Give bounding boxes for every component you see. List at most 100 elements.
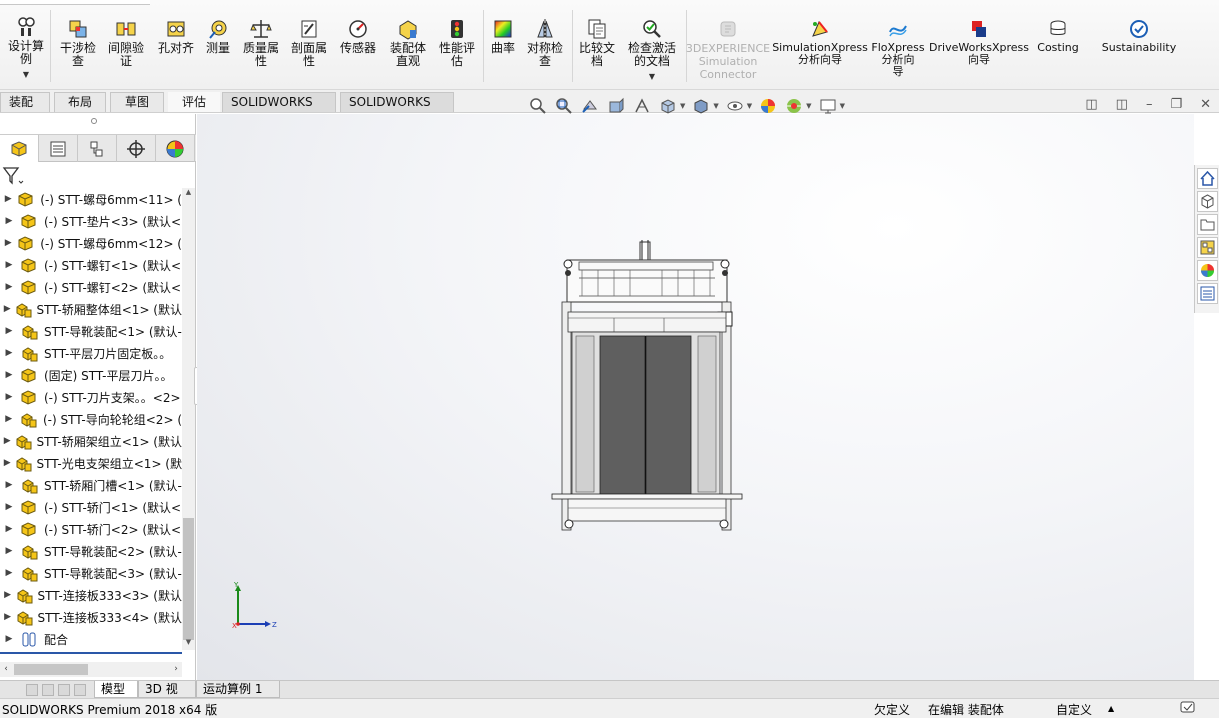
tree-item[interactable]: ▶ (固定) STT-平层刀片。。: [0, 364, 182, 386]
expand-arrow-icon[interactable]: ▶: [0, 612, 15, 622]
sensor-button[interactable]: 传感器: [336, 18, 380, 55]
chevron-down-icon[interactable]: ▼: [747, 102, 752, 110]
tree-vertical-scrollbar[interactable]: ▲ ▼: [182, 188, 195, 650]
chevron-down-icon[interactable]: ▼: [806, 102, 811, 110]
check-active-document-button[interactable]: 检查激活 的文档 ▼: [622, 18, 682, 83]
chevron-down-icon[interactable]: ▼: [840, 102, 845, 110]
interference-button[interactable]: 干涉检 查: [56, 18, 100, 68]
tree-item[interactable]: ▶ (-) STT-轿门<2> (默认<: [0, 518, 182, 540]
view-palette-icon[interactable]: [1196, 237, 1218, 258]
custom-properties-icon[interactable]: [1196, 283, 1218, 304]
clearance-button[interactable]: 间隙验 证: [104, 18, 148, 68]
graphics-area[interactable]: [197, 114, 1194, 680]
unit-system-selector[interactable]: 自定义: [1056, 701, 1092, 718]
tree-item[interactable]: ▶ STT-轿厢架组立<1> (默认: [0, 430, 182, 452]
tile-right-icon[interactable]: ◫: [1116, 97, 1128, 112]
tree-item[interactable]: ▶ (-) STT-轿门<1> (默认<: [0, 496, 182, 518]
tree-item[interactable]: ▶ (-) STT-螺母6mm<11> (: [0, 188, 182, 210]
tree-item[interactable]: ▶ STT-导靴装配<1> (默认-: [0, 320, 182, 342]
tab-solidworks-addins[interactable]: SOLIDWORKS 插件: [222, 92, 336, 128]
expand-arrow-icon[interactable]: ▶: [0, 480, 18, 490]
tab-sketch[interactable]: 草图: [110, 92, 164, 112]
tree-horizontal-scrollbar[interactable]: ‹ ›: [0, 662, 182, 677]
chevron-down-icon[interactable]: ▼: [680, 102, 685, 110]
scroll-right-icon[interactable]: ›: [170, 662, 182, 677]
design-study-button[interactable]: 设计算 例 ▼: [4, 16, 48, 81]
tree-item[interactable]: ▶ STT-光电支架组立<1> (默: [0, 452, 182, 474]
display-style-icon[interactable]: [691, 96, 711, 116]
tree-item[interactable]: ▶ (-) STT-导向轮轮组<2> (: [0, 408, 182, 430]
scrollbar-thumb[interactable]: [183, 518, 194, 640]
tab-model[interactable]: 模型: [94, 681, 138, 698]
tree-item[interactable]: ▶ (-) STT-螺母6mm<12> (: [0, 232, 182, 254]
expand-arrow-icon[interactable]: ▶: [0, 348, 18, 358]
performance-evaluation-button[interactable]: 性能评 估: [434, 18, 480, 68]
unit-system-caret-icon[interactable]: ▲: [1108, 704, 1114, 713]
apply-scene-icon[interactable]: [784, 96, 804, 116]
feature-manager-tab[interactable]: [0, 135, 39, 162]
expand-arrow-icon[interactable]: ▶: [0, 634, 18, 644]
symmetry-check-button[interactable]: 对称检 查: [522, 18, 568, 68]
expand-arrow-icon[interactable]: ▶: [0, 304, 14, 314]
configuration-manager-tab[interactable]: [78, 135, 117, 162]
prev-tab-icon[interactable]: [42, 684, 54, 696]
3dexperience-simulation-connector-button[interactable]: 3DEXPERIENCE Simulation Connector: [686, 18, 770, 81]
tree-item[interactable]: ▶ STT-轿厢门槽<1> (默认-: [0, 474, 182, 496]
chevron-down-icon[interactable]: ▼: [713, 102, 718, 110]
compare-documents-button[interactable]: 比较文 档: [574, 18, 620, 68]
expand-arrow-icon[interactable]: ▶: [0, 260, 18, 270]
appearances-icon[interactable]: [1196, 260, 1218, 281]
tab-motion-study-1[interactable]: 运动算例 1: [196, 681, 280, 698]
driveworksxpress-button[interactable]: DriveWorksXpress 向导: [929, 18, 1029, 66]
minimize-icon[interactable]: –: [1146, 97, 1153, 112]
expand-arrow-icon[interactable]: ▶: [0, 524, 18, 534]
scroll-down-icon[interactable]: ▼: [182, 638, 195, 650]
previous-view-icon[interactable]: [580, 96, 600, 116]
costing-button[interactable]: Costing: [1034, 18, 1082, 54]
zoom-to-fit-icon[interactable]: [528, 96, 548, 116]
home-icon[interactable]: [1196, 168, 1218, 189]
section-view-icon[interactable]: [606, 96, 626, 116]
mass-properties-button[interactable]: 质量属 性: [238, 18, 284, 68]
expand-arrow-icon[interactable]: ▶: [0, 568, 18, 578]
expand-arrow-icon[interactable]: ▶: [0, 392, 18, 402]
expand-arrow-icon[interactable]: ▶: [0, 194, 16, 204]
expand-arrow-icon[interactable]: ▶: [0, 590, 15, 600]
tree-item[interactable]: ▶ (-) STT-刀片支架。。<2>: [0, 386, 182, 408]
expand-arrow-icon[interactable]: ▶: [0, 370, 18, 380]
tree-item[interactable]: ▶ 配合: [0, 628, 182, 650]
edit-appearance-icon[interactable]: [758, 96, 778, 116]
restore-icon[interactable]: ❐: [1170, 97, 1182, 112]
filter-icon[interactable]: [2, 165, 28, 187]
rebuild-icon[interactable]: [1180, 700, 1198, 718]
scroll-up-icon[interactable]: ▲: [182, 188, 195, 200]
tab-assembly[interactable]: 装配体: [0, 92, 50, 128]
next-tab-icon[interactable]: [58, 684, 70, 696]
tab-3d-views[interactable]: 3D 视图: [138, 681, 196, 712]
expand-arrow-icon[interactable]: ▶: [0, 282, 18, 292]
hole-align-button[interactable]: 孔对齐: [154, 18, 198, 55]
tree-item[interactable]: ▶ (-) STT-螺钉<1> (默认<: [0, 254, 182, 276]
assembly-visualization-button[interactable]: 装配体 直观: [384, 18, 432, 68]
tree-item[interactable]: ▶ (-) STT-螺钉<2> (默认<: [0, 276, 182, 298]
panel-grip-icon[interactable]: [91, 118, 97, 124]
property-manager-tab[interactable]: [39, 135, 78, 162]
measure-button[interactable]: 测量: [200, 18, 236, 55]
scrollbar-thumb[interactable]: [14, 664, 88, 675]
display-manager-tab[interactable]: [156, 135, 195, 162]
expand-arrow-icon[interactable]: ▶: [0, 458, 14, 468]
expand-arrow-icon[interactable]: ▶: [0, 436, 14, 446]
dynamic-annotation-icon[interactable]: [632, 96, 652, 116]
tab-solidworks-mbd[interactable]: SOLIDWORKS MBD: [340, 92, 454, 128]
expand-arrow-icon[interactable]: ▶: [0, 216, 18, 226]
expand-arrow-icon[interactable]: ▶: [0, 502, 18, 512]
tree-item[interactable]: ▶ (-) STT-垫片<3> (默认<: [0, 210, 182, 232]
simulationxpress-button[interactable]: SimulationXpress 分析向导: [772, 18, 868, 66]
floxpress-button[interactable]: FloXpress 分析向 导: [868, 18, 928, 78]
tile-left-icon[interactable]: ◫: [1085, 97, 1097, 112]
expand-arrow-icon[interactable]: ▶: [0, 414, 18, 424]
hide-show-items-icon[interactable]: [725, 96, 745, 116]
expand-arrow-icon[interactable]: ▶: [0, 326, 18, 336]
tab-evaluate[interactable]: 评估: [168, 92, 220, 112]
sustainability-button[interactable]: Sustainability: [1098, 18, 1180, 54]
